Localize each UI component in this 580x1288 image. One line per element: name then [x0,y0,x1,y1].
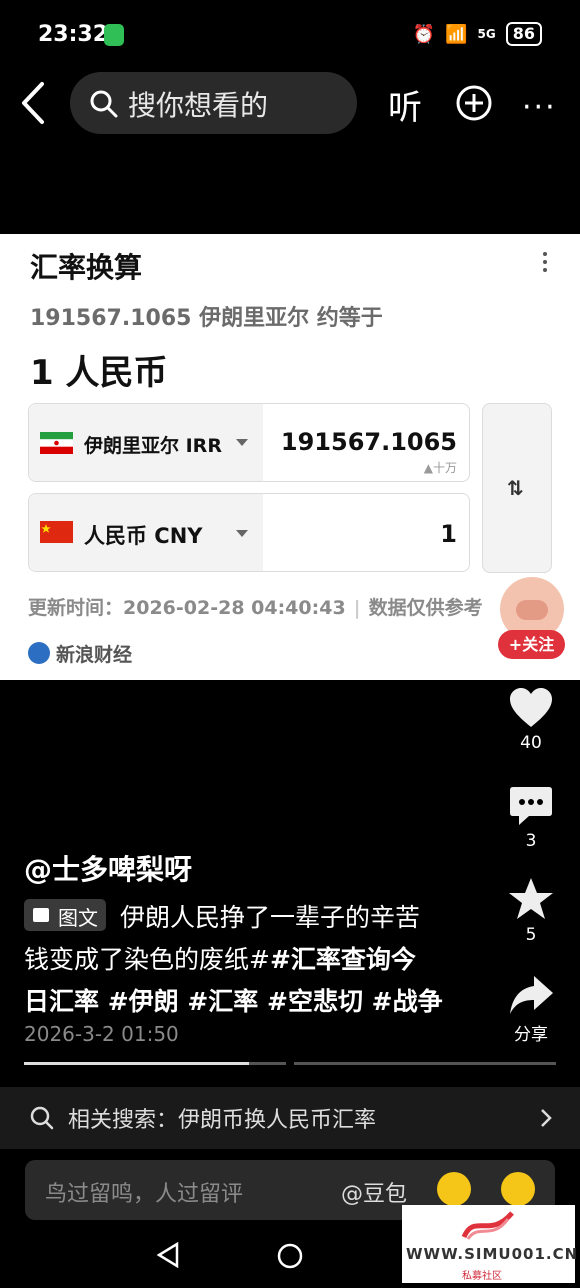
to-currency-row[interactable]: 人民币 CNY 1 [28,493,470,572]
search-icon [30,1106,54,1130]
related-search[interactable]: 相关搜索：伊朗币换人民币汇率 [0,1087,580,1149]
post-caption: 伊朗人民挣了一辈子的辛苦 钱变成了染色的废纸##汇率查询今 日汇率 #伊朗 #汇… [24,903,443,1016]
share-icon [510,976,553,1014]
from-currency-label: 伊朗里亚尔 IRR [84,435,222,457]
smile-emoji-icon[interactable] [437,1172,471,1206]
back-icon[interactable] [18,80,58,130]
wifi-icon: 📶 [445,23,468,45]
comment-count: 3 [525,831,537,851]
home-circle-icon[interactable] [277,1243,303,1269]
to-amount[interactable]: 1 [440,520,457,548]
amount-unit-hint: ▲十万 [423,461,457,475]
image-progress-bar [24,1062,286,1065]
more-options-icon[interactable]: ··· [522,90,557,125]
china-flag-icon [40,521,73,543]
comment-placeholder: 鸟过留鸣，人过留评 [45,1182,244,1207]
network-label: 5G [477,27,496,41]
from-currency-row[interactable]: 伊朗里亚尔 IRR 191567.1065 ▲十万 [28,403,470,482]
chevron-down-icon [236,530,248,537]
favorite-button[interactable]: 5 [505,877,557,945]
share-button[interactable]: 分享 [505,974,557,1045]
from-amount[interactable]: 191567.1065 [281,428,457,456]
like-count: 40 [520,733,542,753]
battery-indicator: 86 [505,22,542,46]
post-date: 2026-3-2 01:50 [24,1022,179,1046]
favorite-count: 5 [525,925,537,945]
add-icon[interactable] [455,84,493,126]
star-icon [509,878,553,919]
status-icons: ⏰ 📶 5G 86 [413,22,542,46]
follow-button[interactable]: +关注 [498,630,565,659]
chevron-right-icon [541,1109,552,1127]
hashtag-link[interactable]: #汇率查询今 [270,945,416,974]
iran-flag-icon [40,432,73,454]
alarm-icon: ⏰ [412,23,436,45]
author-name[interactable]: @士多啤梨呀 [24,848,192,888]
security-shield-icon [104,24,124,46]
search-placeholder: 搜你想看的 [128,89,269,122]
card-menu-icon[interactable] [543,252,549,276]
heart-icon [510,688,552,727]
mention-doubao-button[interactable]: @豆包 [341,1176,407,1208]
site-watermark: WWW.SIMU001.CN 私募社区 [402,1205,577,1283]
back-triangle-icon[interactable] [156,1242,180,1268]
search-icon [90,90,118,122]
image-progress-bar [294,1062,556,1065]
to-currency-label: 人民币 CNY [84,524,203,548]
watermark-logo [461,1211,514,1240]
share-label: 分享 [514,1025,548,1045]
chevron-down-icon [236,439,248,446]
related-search-text: 相关搜索：伊朗币换人民币汇率 [68,1108,377,1133]
conversion-result: 1 人民币 [30,353,168,393]
card-title: 汇率换算 [30,251,143,284]
update-time: 更新时间：2026-02-28 04:40:43 | 数据仅供参考 [28,597,483,619]
listen-button[interactable]: 听 [388,80,422,129]
comment-button[interactable]: 3 [505,785,557,851]
swap-currency-button[interactable]: ⇅ [482,403,552,573]
status-time: 23:32 [38,22,109,47]
hashtags[interactable]: 日汇率 #伊朗 #汇率 #空悲切 #战争 [24,987,443,1016]
comment-icon [510,787,552,825]
data-source: 新浪财经 [56,644,133,666]
swap-icon: ⇅ [507,476,524,500]
like-button[interactable]: 40 [505,687,557,753]
search-input[interactable]: 搜你想看的 [70,72,357,134]
conversion-summary: 191567.1065 伊朗里亚尔 约等于 [30,306,383,331]
disclaimer: 数据仅供参考 [368,597,483,619]
sleepy-emoji-icon[interactable] [501,1172,535,1206]
sina-finance-logo-icon [28,642,50,664]
